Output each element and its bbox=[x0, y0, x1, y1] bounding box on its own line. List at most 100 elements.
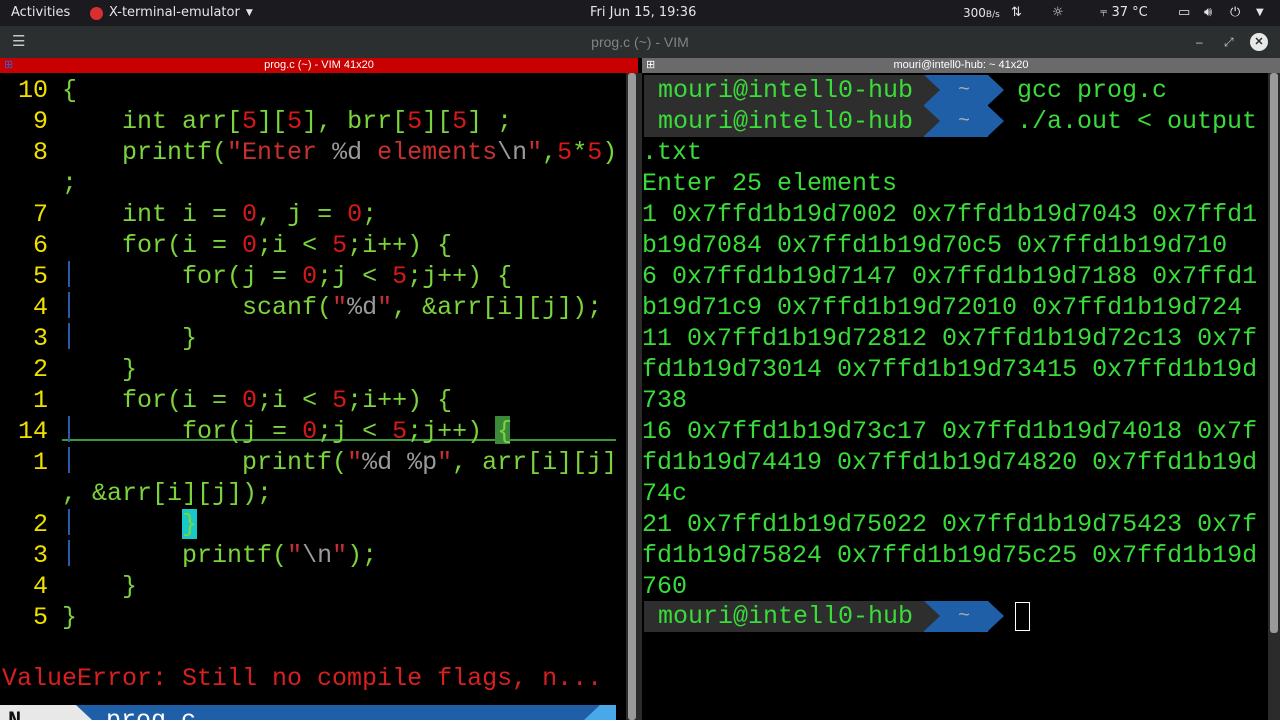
command-text: ./a.out < output bbox=[1017, 107, 1258, 136]
vim-line: 6 for(i = 0;i < 5;i++) { bbox=[0, 230, 626, 261]
app-menu[interactable]: X-terminal-emulator ▼ bbox=[90, 0, 253, 26]
right-pane-titlebar[interactable]: ⊞ mouri@intell0-hub: ~ 41x20 bbox=[642, 58, 1280, 73]
vim-line: 5 for(j = 0;j < 5;j++) { bbox=[0, 261, 626, 292]
code-text: } bbox=[62, 324, 198, 353]
vim-line: 8 printf("Enter %d elements\n",5*5) bbox=[0, 137, 626, 168]
line-number: 6 bbox=[32, 231, 48, 260]
temperature-value: 37 °C bbox=[1111, 5, 1148, 20]
powerline-arrow bbox=[924, 106, 940, 136]
output-line: b19d71c9 0x7ffd1b19d72010 0x7ffd1b19d724 bbox=[642, 293, 1243, 322]
code-text: , &arr[i][j]); bbox=[62, 479, 273, 508]
line-number: 14 bbox=[17, 417, 48, 446]
prompt-host-segment: mouri@intell0-hub bbox=[644, 106, 924, 137]
output-line: fd1b19d74419 0x7ffd1b19d74820 0x7ffd1b19… bbox=[642, 448, 1258, 477]
code-text: int arr[5][5], brr[5][5] ; bbox=[122, 107, 513, 136]
code-text: int i = 0, j = 0; bbox=[122, 200, 378, 229]
command-text: gcc prog.c bbox=[1017, 76, 1168, 105]
right-scrollbar[interactable] bbox=[1268, 73, 1280, 720]
vim-statusline: N... prog.c bbox=[0, 705, 616, 720]
activities-button[interactable]: Activities bbox=[11, 0, 70, 26]
output-line: fd1b19d75824 0x7ffd1b19d75c25 0x7ffd1b19… bbox=[642, 541, 1258, 570]
code-text: } bbox=[62, 603, 78, 632]
vim-line: 10 { bbox=[0, 75, 626, 106]
line-number: 4 bbox=[32, 572, 48, 601]
brightness-icon[interactable]: ☼ bbox=[1052, 0, 1064, 26]
screen-icon[interactable]: ▭ bbox=[1178, 0, 1190, 26]
vim-mode: N... bbox=[0, 705, 76, 720]
vim-line: 4 } bbox=[0, 571, 626, 602]
power-icon[interactable]: ⏻ bbox=[1230, 0, 1240, 26]
vim-line: 1 for(i = 0;i < 5;i++) { bbox=[0, 385, 626, 416]
minimize-button[interactable]: ‒ bbox=[1196, 26, 1203, 58]
line-number: 5 bbox=[32, 262, 48, 291]
thermometer-icon: ⫧ bbox=[1100, 5, 1108, 20]
left-pane-titlebar[interactable]: ⊞ prog.c (~) - VIM 41x20 bbox=[0, 58, 638, 73]
powerline-arrow bbox=[584, 705, 600, 720]
scrollbar-thumb[interactable] bbox=[1270, 73, 1278, 633]
code-text: } bbox=[62, 572, 138, 601]
line-number: 8 bbox=[32, 138, 48, 167]
net-speed-unit: B/s bbox=[985, 10, 1000, 20]
output-line: Enter 25 elements bbox=[642, 169, 898, 198]
vim-line: 1 printf("%d %p", arr[i][j] bbox=[0, 447, 626, 478]
output-line: 16 0x7ffd1b19d73c17 0x7ffd1b19d74018 0x7… bbox=[642, 417, 1258, 446]
maximize-button[interactable]: ⤢ bbox=[1224, 26, 1234, 58]
window-titlebar: ☰ prog.c (~) - VIM ‒ ⤢ ✕ bbox=[0, 26, 1280, 58]
vim-line: 3 printf("\n"); bbox=[0, 540, 626, 571]
left-pane-title: prog.c (~) - VIM 41x20 bbox=[264, 59, 374, 71]
vim-line: 14 for(j = 0;j < 5;j++) { bbox=[0, 416, 626, 447]
powerline-arrow bbox=[988, 106, 1004, 136]
line-number: 5 bbox=[32, 603, 48, 632]
vim-line: 2 } bbox=[0, 509, 626, 540]
close-button[interactable]: ✕ bbox=[1250, 33, 1268, 51]
code-text: ; bbox=[62, 169, 78, 198]
vim-line: 5} bbox=[0, 602, 626, 633]
output-line: 74c bbox=[642, 479, 688, 508]
line-number: 9 bbox=[32, 107, 48, 136]
line-number: 4 bbox=[32, 293, 48, 322]
vim-line: 2 } bbox=[0, 354, 626, 385]
prompt-host: mouri@intell0-hub bbox=[658, 76, 914, 105]
prompt-host: mouri@intell0-hub bbox=[658, 602, 914, 631]
window-title: prog.c (~) - VIM bbox=[591, 34, 689, 50]
output-line: fd1b19d73014 0x7ffd1b19d73415 0x7ffd1b19… bbox=[642, 355, 1258, 384]
system-menu-arrow-icon[interactable]: ▼ bbox=[1256, 0, 1264, 26]
powerline-arrow bbox=[76, 705, 92, 720]
vim-pane[interactable]: 10{9 int arr[5][5], brr[5][5] ; 8 printf(… bbox=[0, 73, 626, 720]
output-line: b19d7084 0x7ffd1b19d70c5 0x7ffd1b19d710 bbox=[642, 231, 1228, 260]
terminal-pane[interactable]: mouri@intell0-hub ~ gcc prog.c mouri@int… bbox=[642, 73, 1268, 720]
scrollbar-thumb[interactable] bbox=[628, 73, 636, 720]
left-scrollbar[interactable] bbox=[626, 73, 638, 720]
code-text: for(i = 0;i < 5;i++) { bbox=[122, 386, 453, 415]
vim-line: 9 int arr[5][5], brr[5][5] ; bbox=[0, 106, 626, 137]
vim-line: 3 } bbox=[0, 323, 626, 354]
clock[interactable]: Fri Jun 15, 19:36 bbox=[590, 0, 696, 26]
code-text: for(j = 0;j < 5;j++) { bbox=[182, 417, 513, 446]
output-line: .txt bbox=[642, 138, 703, 167]
top-bar: Activities X-terminal-emulator ▼ Fri Jun… bbox=[0, 0, 1280, 26]
vim-line: 7 int i = 0, j = 0; bbox=[0, 199, 626, 230]
powerline-arrow bbox=[924, 75, 940, 105]
right-pane-title: mouri@intell0-hub: ~ 41x20 bbox=[893, 59, 1029, 71]
terminal-cursor bbox=[1015, 602, 1030, 631]
vim-line: ; bbox=[0, 168, 626, 199]
vim-line: 4 scanf("%d", &arr[i][j]); bbox=[0, 292, 626, 323]
prompt-dir: ~ bbox=[958, 605, 971, 628]
prompt-dir: ~ bbox=[958, 79, 971, 102]
output-line: 11 0x7ffd1b19d72812 0x7ffd1b19d72c13 0x7… bbox=[642, 324, 1258, 353]
line-number: 7 bbox=[32, 200, 48, 229]
vim-error-message: ValueError: Still no compile flags, n... bbox=[2, 664, 603, 693]
chevron-down-icon: ▼ bbox=[245, 8, 253, 18]
line-number: 1 bbox=[32, 386, 48, 415]
code-text: for(i = 0;i < 5;i++) { bbox=[122, 231, 453, 260]
volume-icon[interactable]: 🔊︎ bbox=[1204, 0, 1212, 26]
code-text: printf("\n"); bbox=[182, 541, 378, 570]
powerline-arrow bbox=[924, 601, 940, 631]
statusline-right-segment bbox=[600, 705, 616, 720]
powerline-arrow bbox=[988, 601, 1004, 631]
vim-filename: prog.c bbox=[106, 705, 196, 720]
output-line: 6 0x7ffd1b19d7147 0x7ffd1b19d7188 0x7ffd… bbox=[642, 262, 1258, 291]
net-speed-value: 300 bbox=[963, 6, 986, 20]
line-number: 1 bbox=[32, 448, 48, 477]
code-text: } bbox=[62, 355, 138, 384]
